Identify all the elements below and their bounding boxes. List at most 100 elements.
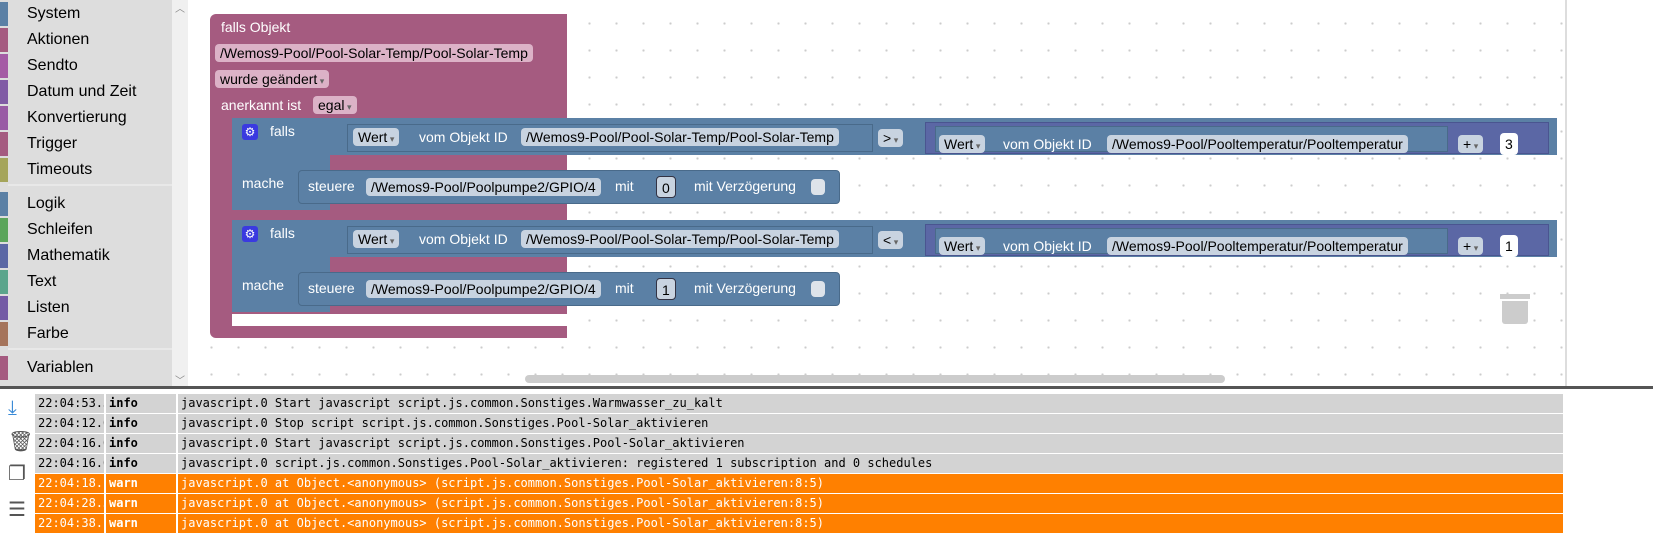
log-level: info <box>106 414 176 433</box>
falls-label: falls <box>270 225 295 241</box>
ack-label: anerkannt ist <box>221 97 302 113</box>
mit-label: mit <box>615 178 634 194</box>
gear-icon[interactable]: ⚙ <box>242 124 258 140</box>
sidebar-item-konvertierung[interactable]: Konvertierung <box>0 105 172 131</box>
left-property-dropdown[interactable]: Wert <box>353 128 400 146</box>
log-message: javascript.0 at Object.<anonymous> (scri… <box>178 514 1563 533</box>
workspace-horizontal-scrollbar[interactable] <box>525 375 1225 383</box>
scroll-up-icon[interactable]: ︿ <box>175 0 185 15</box>
sidebar-item-label: Trigger <box>27 135 78 152</box>
left-object-id[interactable]: /Wemos9-Pool/Pool-Solar-Temp/Pool-Solar-… <box>521 128 839 146</box>
right-object-id[interactable]: /Wemos9-Pool/Pooltemperatur/Pooltemperat… <box>1107 135 1408 153</box>
mit-label: mit <box>615 280 634 296</box>
value-input[interactable]: 0 <box>656 176 676 198</box>
category-color-strip <box>0 158 8 182</box>
sidebar-item-label: Schleifen <box>27 221 93 238</box>
vom-objekt-label: vom Objekt ID <box>419 129 508 145</box>
sidebar-item-logik[interactable]: Logik <box>0 191 172 217</box>
log-row: 22:04:53.319infojavascript.0 Start javas… <box>35 394 1563 413</box>
sidebar-item-listen[interactable]: Listen <box>0 295 172 321</box>
sidebar-item-trigger[interactable]: Trigger <box>0 131 172 157</box>
category-color-strip <box>0 132 8 156</box>
compare-operator-dropdown[interactable]: < <box>878 231 904 249</box>
copy-icon[interactable]: ❐ <box>8 461 26 486</box>
right-property-dropdown[interactable]: Wert <box>939 237 986 255</box>
left-property-dropdown[interactable]: Wert <box>353 230 400 248</box>
category-color-strip <box>0 244 8 268</box>
sidebar-item-system[interactable]: System <box>0 1 172 27</box>
vom-objekt-label: vom Objekt ID <box>1003 238 1092 254</box>
log-row: 22:04:38.109warnjavascript.0 at Object.<… <box>35 514 1563 533</box>
sidebar-item-timeouts[interactable]: Timeouts <box>0 157 172 183</box>
delay-checkbox[interactable] <box>811 179 825 195</box>
scroll-to-bottom-icon[interactable]: ⤓ <box>8 397 17 420</box>
log-level: info <box>106 454 176 473</box>
clear-log-icon[interactable]: 🗑 <box>8 429 33 454</box>
category-color-strip <box>0 54 8 78</box>
log-message: javascript.0 at Object.<anonymous> (scri… <box>178 494 1563 513</box>
sidebar-scrollbar[interactable]: ︿ ﹀ <box>172 0 188 387</box>
delay-checkbox[interactable] <box>811 281 825 297</box>
log-view-icon[interactable]: ☰ <box>8 497 26 522</box>
sidebar-item-mathematik[interactable]: Mathematik <box>0 243 172 269</box>
scroll-down-icon[interactable]: ﹀ <box>175 372 185 387</box>
trigger-object-id[interactable]: /Wemos9-Pool/Pool-Solar-Temp/Pool-Solar-… <box>215 44 533 62</box>
trigger-condition-dropdown[interactable]: wurde geändert <box>215 70 330 88</box>
log-time: 22:04:12.071 <box>35 414 104 433</box>
sidebar-item-schleifen[interactable]: Schleifen <box>0 217 172 243</box>
value-input[interactable]: 1 <box>656 278 676 300</box>
log-message: javascript.0 Stop script script.js.commo… <box>178 414 1563 433</box>
blockly-workspace[interactable]: falls Objekt /Wemos9-Pool/Pool-Solar-Tem… <box>188 0 1565 386</box>
category-color-strip <box>0 192 8 216</box>
mache-label: mache <box>242 175 285 191</box>
category-color-strip <box>0 80 8 104</box>
log-panel: ⤓ 🗑 ❐ ☰ 22:04:53.319infojavascript.0 Sta… <box>0 386 1653 554</box>
math-operator-dropdown[interactable]: + <box>1458 237 1484 255</box>
trash-icon[interactable] <box>1500 294 1530 324</box>
log-time: 22:04:28.566 <box>35 494 104 513</box>
log-row: 22:04:12.071infojavascript.0 Stop script… <box>35 414 1563 433</box>
sidebar-item-label: Logik <box>27 195 66 212</box>
number-input[interactable]: 3 <box>1500 133 1518 155</box>
mache-label: mache <box>242 277 285 293</box>
log-time: 22:04:38.109 <box>35 514 104 533</box>
sidebar-item-text[interactable]: Text <box>0 269 172 295</box>
compare-operator-dropdown[interactable]: > <box>878 129 904 147</box>
sidebar-separator <box>8 184 172 186</box>
log-row: 22:04:28.566warnjavascript.0 at Object.<… <box>35 494 1563 513</box>
right-property-dropdown[interactable]: Wert <box>939 135 986 153</box>
number-input[interactable]: 1 <box>1500 235 1518 257</box>
delay-label: mit Verzögerung <box>694 178 796 194</box>
log-level: info <box>106 394 176 413</box>
steuere-label: steuere <box>308 178 355 194</box>
log-level: warn <box>106 474 176 493</box>
vom-objekt-label: vom Objekt ID <box>419 231 508 247</box>
sidebar-item-farbe[interactable]: Farbe <box>0 321 172 347</box>
sidebar-separator <box>8 348 172 350</box>
sidebar-item-variablen[interactable]: Variablen <box>0 355 172 381</box>
log-message: javascript.0 Start javascript script.js.… <box>178 434 1563 453</box>
ack-dropdown[interactable]: egal <box>313 96 357 114</box>
log-row: 22:04:18.196warnjavascript.0 at Object.<… <box>35 474 1563 493</box>
sidebar-item-label: Konvertierung <box>27 109 127 126</box>
target-object-id[interactable]: /Wemos9-Pool/Poolpumpe2/GPIO/4 <box>366 178 601 196</box>
sidebar-item-label: Mathematik <box>27 247 110 264</box>
sidebar-item-sendto[interactable]: Sendto <box>0 53 172 79</box>
category-color-strip <box>0 2 8 26</box>
log-message: javascript.0 script.js.common.Sonstiges.… <box>178 454 1563 473</box>
category-color-strip <box>0 218 8 242</box>
category-color-strip <box>0 356 8 380</box>
math-operator-dropdown[interactable]: + <box>1458 135 1484 153</box>
falls-label: falls <box>270 123 295 139</box>
log-message: javascript.0 Start javascript script.js.… <box>178 394 1563 413</box>
sidebar-item-label: Listen <box>27 299 70 316</box>
sidebar-item-datum-und-zeit[interactable]: Datum und Zeit <box>0 79 172 105</box>
category-color-strip <box>0 296 8 320</box>
right-object-id[interactable]: /Wemos9-Pool/Pooltemperatur/Pooltemperat… <box>1107 237 1408 255</box>
target-object-id[interactable]: /Wemos9-Pool/Poolpumpe2/GPIO/4 <box>366 280 601 298</box>
gear-icon[interactable]: ⚙ <box>242 226 258 242</box>
left-object-id[interactable]: /Wemos9-Pool/Pool-Solar-Temp/Pool-Solar-… <box>521 230 839 248</box>
sidebar-item-aktionen[interactable]: Aktionen <box>0 27 172 53</box>
category-color-strip <box>0 28 8 52</box>
log-level: info <box>106 434 176 453</box>
